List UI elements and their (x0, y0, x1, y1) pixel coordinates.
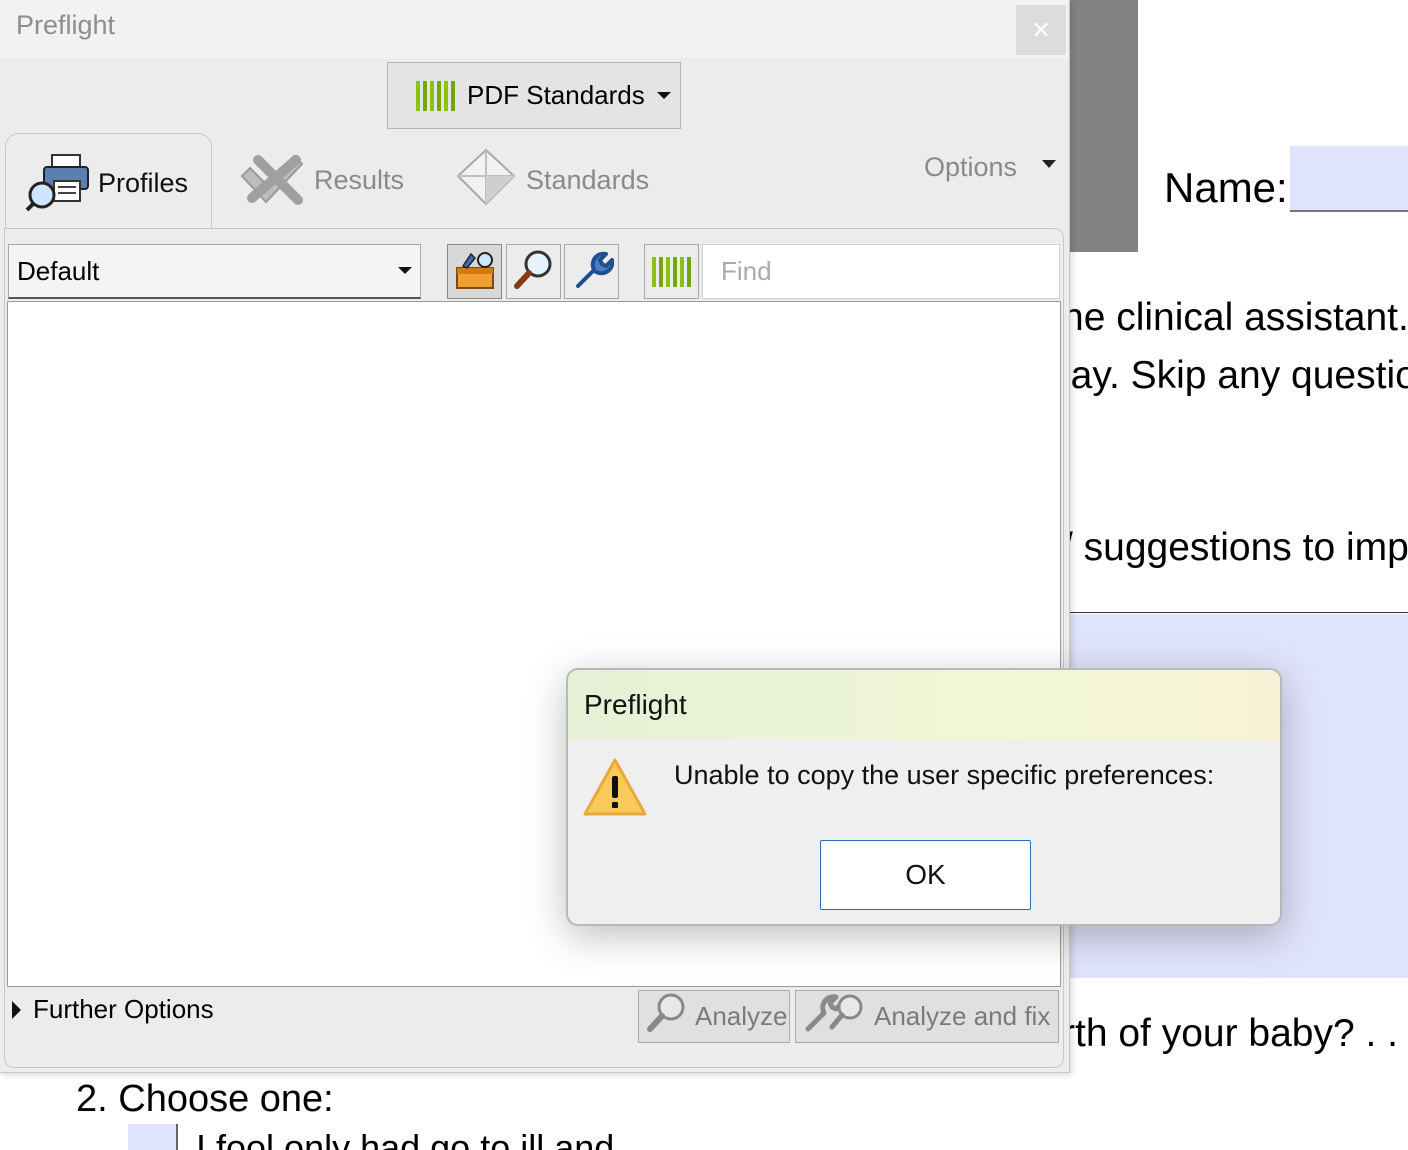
chevron-down-icon (398, 267, 412, 274)
document-text-line: / suggestions to imp (1062, 526, 1408, 569)
further-options-label: Further Options (33, 994, 214, 1024)
fixups-button[interactable] (564, 244, 619, 299)
tab-results[interactable]: Results (240, 140, 404, 220)
preflight-alert-dialog: Preflight Unable to copy the user specif… (566, 668, 1282, 926)
chevron-down-icon[interactable] (1042, 160, 1056, 168)
dialog-message: Unable to copy the user specific prefere… (674, 760, 1215, 790)
pdf-standards-label: PDF Standards (467, 80, 645, 110)
wrench-icon (570, 248, 614, 296)
pdf-standards-icon (652, 256, 691, 287)
pdf-standards-toolbar-button[interactable] (644, 244, 699, 299)
wrench-magnifier-icon (802, 991, 868, 1042)
analyze-button[interactable]: Analyze (638, 990, 790, 1043)
document-text-line: lay. Skip any questio (1062, 354, 1408, 397)
analyze-and-fix-button[interactable]: Analyze and fix (795, 990, 1059, 1043)
pdf-standards-button[interactable]: PDF Standards (387, 62, 681, 129)
warning-icon (582, 756, 648, 822)
title-bar[interactable]: Preflight × (0, 0, 1068, 58)
triangle-right-icon (12, 1000, 21, 1019)
options-menu[interactable]: Options (924, 152, 1017, 183)
ok-button[interactable]: OK (820, 840, 1031, 910)
name-form-field[interactable] (1290, 146, 1408, 212)
analyze-label: Analyze (695, 1001, 788, 1031)
profile-category-value: Default (17, 255, 100, 286)
tab-profiles[interactable]: Profiles (5, 133, 212, 233)
choice-option-text: I fool only had go to ill and (196, 1127, 615, 1150)
diamond-icon (454, 146, 518, 215)
chevron-down-icon (656, 92, 671, 99)
dialog-title: Preflight (584, 689, 687, 720)
profile-category-select[interactable]: Default (8, 244, 421, 299)
dialog-title-bar[interactable]: Preflight (568, 670, 1280, 740)
tab-results-label: Results (314, 164, 405, 195)
toolbox-icon (453, 248, 497, 296)
tab-profiles-label: Profiles (98, 168, 189, 198)
document-text-line: ne clinical assistant. (1062, 296, 1408, 339)
document-text-line: rth of your baby? . . (1062, 1012, 1399, 1055)
choice-checkbox[interactable] (128, 1124, 178, 1150)
tab-standards[interactable]: Standards (454, 140, 649, 220)
window-title: Preflight (16, 10, 116, 40)
document-gray-block (1068, 0, 1138, 252)
pdf-standards-icon (416, 80, 455, 111)
magnifier-icon (645, 991, 689, 1042)
inspect-button[interactable] (506, 244, 561, 299)
toolbox-button[interactable] (447, 244, 502, 299)
magnifier-icon (512, 248, 556, 296)
further-options-toggle[interactable]: Further Options (12, 994, 214, 1025)
name-label: Name: (1164, 164, 1288, 211)
results-icon (240, 146, 308, 215)
close-button[interactable]: × (1016, 5, 1066, 55)
tab-standards-label: Standards (526, 164, 650, 195)
analyze-and-fix-label: Analyze and fix (874, 1001, 1051, 1031)
profiles-icon (24, 151, 92, 217)
question-two-label: 2. Choose one: (76, 1078, 334, 1120)
document-rule (1068, 612, 1408, 613)
find-input[interactable]: Find (702, 244, 1060, 299)
